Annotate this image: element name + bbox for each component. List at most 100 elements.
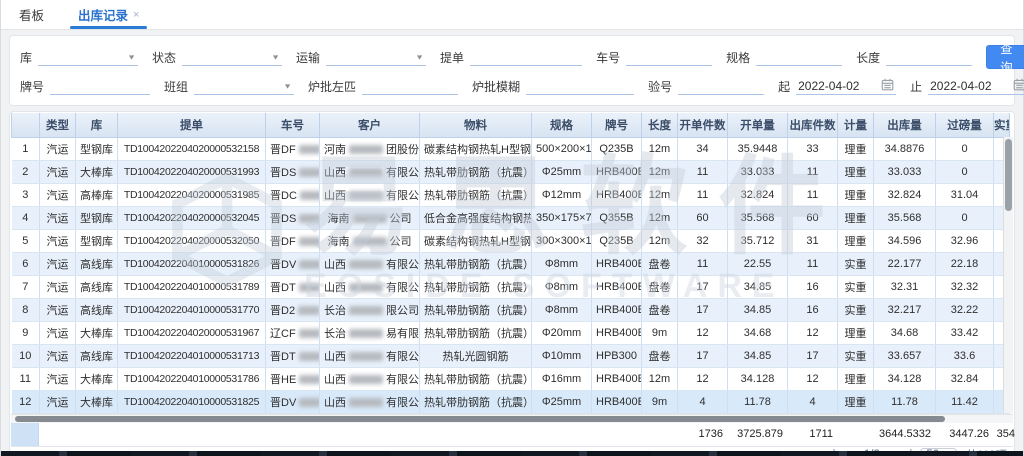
redacted-blur <box>299 214 319 223</box>
cell-grade: HRB400E <box>592 252 642 275</box>
redacted-blur <box>299 329 320 338</box>
cell-weigh: 33.42 <box>936 321 994 344</box>
cell-mat: 热轧光圆钢筋 <box>420 344 532 367</box>
table-row[interactable]: 5汽运型钢库TD1004202204020000532050晋DF海南公司碳素结… <box>12 229 1010 252</box>
cell-mat: 低合金高强度结构钢热轧H型 <box>420 206 532 229</box>
taskbar-edge <box>1 451 1023 456</box>
filter-date-input[interactable]: 2022-04-02 <box>928 77 1024 95</box>
filter-r1-6: 长度 <box>856 48 972 66</box>
cell-mat: 热轧带肋钢筋（抗震） <box>420 252 532 275</box>
cell-mat: 热轧带肋钢筋（抗震） <box>420 275 532 298</box>
calendar-icon[interactable] <box>881 78 894 94</box>
cell-idx: 5 <box>12 229 40 252</box>
records-grid-card: 类型库提单车号客户物料规格牌号长度开单件数开单量出库件数计量出库量过磅量实重 1… <box>9 111 1015 456</box>
cell-ticket: TD1004202204010000531770 <box>118 298 266 321</box>
filter-r2-6: 止2022-04-02 <box>910 77 1024 95</box>
cell-open_pcs: 4 <box>678 390 728 413</box>
vertical-scrollbar-thumb[interactable] <box>1005 139 1012 211</box>
cell-weigh: 11.42 <box>936 390 994 413</box>
table-row[interactable]: 1汽运型钢库TD1004202204020000532158晋DF河南团股份有限… <box>12 137 1010 160</box>
cell-grade: Q235B <box>592 229 642 252</box>
redacted-blur <box>298 306 319 315</box>
tab-outbound-records[interactable]: 出库记录 × <box>78 0 139 29</box>
filter-date-input[interactable]: 2022-04-02 <box>796 77 896 95</box>
table-row[interactable]: 2汽运大棒库TD1004202204020000531993晋DS山西有限公司热… <box>12 160 1010 183</box>
caret-down-icon: ▼ <box>283 82 292 90</box>
filter-select[interactable]: ▼ <box>326 48 426 66</box>
table-row[interactable]: 11汽运大棒库TD1004202204010000531786晋HE山西有限公司… <box>12 367 1010 390</box>
filter-label: 炉批左匹 <box>308 78 356 95</box>
redacted-blur <box>349 260 383 269</box>
table-row[interactable]: 6汽运高线库TD1004202204010000531826晋DV山西有限公司热… <box>12 252 1010 275</box>
summary-actual: 354 <box>993 423 1019 446</box>
cell-open_qty: 34.68 <box>728 321 788 344</box>
cell-open_qty: 34.128 <box>728 367 788 390</box>
filter-text-input[interactable] <box>362 77 458 95</box>
filter-text-input[interactable] <box>626 48 712 66</box>
cell-meas: 理重 <box>838 137 874 160</box>
redacted-blur <box>349 283 383 292</box>
filter-select[interactable]: ▼ <box>182 48 282 66</box>
cell-wh: 高棒库 <box>76 183 118 206</box>
vertical-scrollbar[interactable] <box>1003 137 1013 413</box>
redacted-blur <box>299 145 320 154</box>
cell-open_pcs: 60 <box>678 206 728 229</box>
summary-cust <box>319 423 419 446</box>
cell-len: 12m <box>642 183 678 206</box>
summary-grade <box>591 423 641 446</box>
table-row[interactable]: 8汽运高线库TD1004202204010000531770晋D2长治限公司热轧… <box>12 298 1010 321</box>
summary-mat <box>419 423 531 446</box>
cell-idx: 9 <box>12 321 40 344</box>
filter-label: 长度 <box>856 49 880 66</box>
cell-grade: HRB400E <box>592 321 642 344</box>
cell-mat: 热轧带肋钢筋（抗震） <box>420 160 532 183</box>
cell-out_qty: 34.8876 <box>874 137 936 160</box>
cell-out_qty: 34.68 <box>874 321 936 344</box>
filter-text-input[interactable] <box>756 48 842 66</box>
table-row[interactable]: 12汽运大棒库TD1004202204010000531825晋DV山西有限公司… <box>12 390 1010 413</box>
column-header-wh: 库 <box>76 113 118 137</box>
column-header-ticket: 提单 <box>118 113 266 137</box>
filter-select[interactable]: ▼ <box>38 48 138 66</box>
summary-open_qty: 3725.879 <box>727 423 787 446</box>
cell-open_qty: 33.033 <box>728 160 788 183</box>
cell-grade: HRB400E <box>592 298 642 321</box>
filter-text-input[interactable] <box>50 77 150 95</box>
redacted-blur <box>349 168 383 177</box>
filter-r2-0: 牌号 <box>20 77 150 95</box>
table-row[interactable]: 3汽运高棒库TD1004202204020000531985晋DC山西有限公司热… <box>12 183 1010 206</box>
cell-plate: 晋DS <box>266 160 320 183</box>
caret-down-icon: ▼ <box>415 53 424 61</box>
cell-open_qty: 34.85 <box>728 298 788 321</box>
table-row[interactable]: 4汽运型钢库TD1004202204020000532045晋DS海南公司低合金… <box>12 206 1010 229</box>
cell-ticket: TD1004202204010000531789 <box>118 275 266 298</box>
cell-wh: 高线库 <box>76 275 118 298</box>
calendar-icon[interactable] <box>1013 78 1024 94</box>
cell-out_pcs: 16 <box>788 275 838 298</box>
column-header-out_qty: 出库量 <box>874 113 936 137</box>
tab-close-icon[interactable]: × <box>133 9 139 21</box>
filter-select[interactable]: ▼ <box>194 77 294 95</box>
redacted-blur <box>299 352 320 361</box>
cell-out_pcs: 12 <box>788 367 838 390</box>
filter-text-input[interactable] <box>470 48 582 66</box>
cell-meas: 实重 <box>838 252 874 275</box>
cell-open_qty: 22.55 <box>728 252 788 275</box>
query-button[interactable]: 查 询 <box>986 45 1024 69</box>
summary-ticket <box>117 423 265 446</box>
horizontal-scrollbar[interactable] <box>11 414 1013 423</box>
filter-text-input[interactable] <box>526 77 634 95</box>
filter-label: 炉批模糊 <box>472 78 520 95</box>
table-row[interactable]: 7汽运高线库TD1004202204010000531789晋DT山西有限公司热… <box>12 275 1010 298</box>
filter-text-input[interactable] <box>678 77 764 95</box>
cell-plate: 晋DF <box>266 137 320 160</box>
cell-type: 汽运 <box>40 160 76 183</box>
table-row[interactable]: 10汽运高线库TD1004202204010000531713晋DT山西有限公司… <box>12 344 1010 367</box>
column-header-cust: 客户 <box>320 113 420 137</box>
cell-idx: 12 <box>12 390 40 413</box>
table-row[interactable]: 9汽运大棒库TD1004202204020000531967辽CF长治易有限公司… <box>12 321 1010 344</box>
filter-text-input[interactable] <box>886 48 972 66</box>
tab-dashboard[interactable]: 看板 <box>19 0 44 29</box>
horizontal-scrollbar-thumb[interactable] <box>15 416 945 422</box>
filter-row-1: 库▼状态▼运输▼提单车号规格长度查 询操 作 <box>20 45 1004 69</box>
